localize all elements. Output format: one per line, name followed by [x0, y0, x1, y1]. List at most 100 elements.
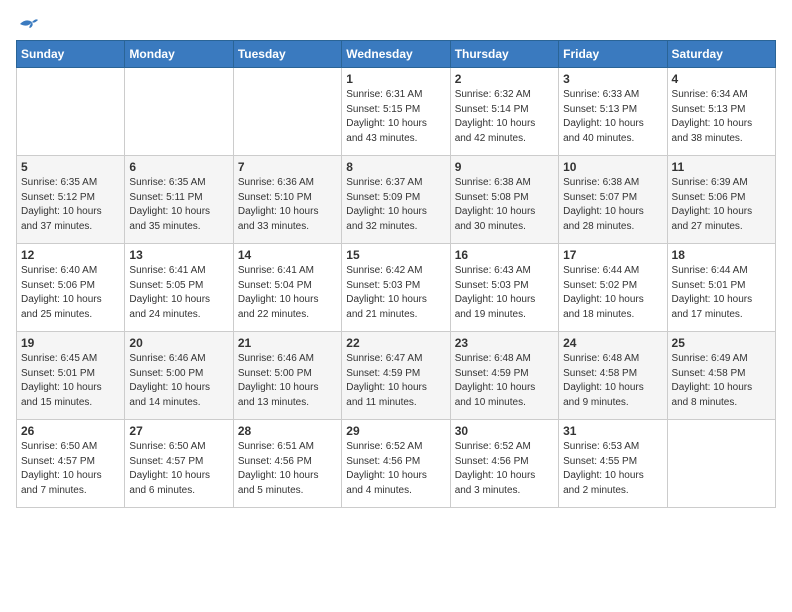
day-number: 20 — [129, 336, 228, 350]
day-number: 19 — [21, 336, 120, 350]
day-number: 17 — [563, 248, 662, 262]
calendar-cell: 13 Sunrise: 6:41 AMSunset: 5:05 PMDayligh… — [125, 244, 233, 332]
day-number: 12 — [21, 248, 120, 262]
logo-bird-icon — [18, 16, 40, 34]
day-info: Sunrise: 6:35 AMSunset: 5:12 PMDaylight:… — [21, 176, 120, 234]
day-info: Sunrise: 6:52 AMSunset: 4:56 PMDaylight:… — [455, 440, 554, 498]
day-number: 2 — [455, 72, 554, 86]
day-info: Sunrise: 6:51 AMSunset: 4:56 PMDaylight:… — [238, 440, 337, 498]
calendar-cell: 6 Sunrise: 6:35 AMSunset: 5:11 PMDaylight… — [125, 156, 233, 244]
calendar-cell: 24 Sunrise: 6:48 AMSunset: 4:58 PMDayligh… — [559, 332, 667, 420]
day-info: Sunrise: 6:49 AMSunset: 4:58 PMDaylight:… — [672, 352, 771, 410]
day-info: Sunrise: 6:50 AMSunset: 4:57 PMDaylight:… — [129, 440, 228, 498]
calendar-cell: 29Sunrise: 6:52 AMSunset: 4:56 PMDayligh… — [342, 420, 450, 508]
calendar-table: SundayMondayTuesdayWednesdayThursdayFrid… — [16, 40, 776, 508]
day-info: Sunrise: 6:44 AMSunset: 5:02 PMDaylight:… — [563, 264, 662, 322]
calendar-cell — [233, 68, 341, 156]
day-info: Sunrise: 6:43 AMSunset: 5:03 PMDaylight:… — [455, 264, 554, 322]
weekday-header-tuesday: Tuesday — [233, 41, 341, 68]
day-info: Sunrise: 6:34 AMSunset: 5:13 PMDaylight:… — [672, 88, 771, 146]
day-info: Sunrise: 6:46 AMSunset: 5:00 PMDaylight:… — [129, 352, 228, 410]
day-number: 4 — [672, 72, 771, 86]
day-number: 24 — [563, 336, 662, 350]
day-info: Sunrise: 6:31 AMSunset: 5:15 PMDaylight:… — [346, 88, 445, 146]
calendar-cell: 23Sunrise: 6:48 AMSunset: 4:59 PMDayligh… — [450, 332, 558, 420]
day-info: Sunrise: 6:41 AMSunset: 5:04 PMDaylight:… — [238, 264, 337, 322]
calendar-cell: 22 Sunrise: 6:47 AMSunset: 4:59 PMDayligh… — [342, 332, 450, 420]
day-number: 28 — [238, 424, 337, 438]
weekday-header-sunday: Sunday — [17, 41, 125, 68]
day-info: Sunrise: 6:32 AMSunset: 5:14 PMDaylight:… — [455, 88, 554, 146]
day-number: 16 — [455, 248, 554, 262]
weekday-header-thursday: Thursday — [450, 41, 558, 68]
calendar-cell: 9 Sunrise: 6:38 AMSunset: 5:08 PMDaylight… — [450, 156, 558, 244]
day-number: 25 — [672, 336, 771, 350]
day-info: Sunrise: 6:45 AMSunset: 5:01 PMDaylight:… — [21, 352, 120, 410]
day-number: 5 — [21, 160, 120, 174]
day-number: 1 — [346, 72, 445, 86]
calendar-cell: 15Sunrise: 6:42 AMSunset: 5:03 PMDayligh… — [342, 244, 450, 332]
day-info: Sunrise: 6:50 AMSunset: 4:57 PMDaylight:… — [21, 440, 120, 498]
calendar-cell: 12Sunrise: 6:40 AMSunset: 5:06 PMDayligh… — [17, 244, 125, 332]
calendar-cell: 14 Sunrise: 6:41 AMSunset: 5:04 PMDayligh… — [233, 244, 341, 332]
week-row-3: 12Sunrise: 6:40 AMSunset: 5:06 PMDayligh… — [17, 244, 776, 332]
day-info: Sunrise: 6:46 AMSunset: 5:00 PMDaylight:… — [238, 352, 337, 410]
calendar-cell: 5 Sunrise: 6:35 AMSunset: 5:12 PMDaylight… — [17, 156, 125, 244]
calendar-cell: 31 Sunrise: 6:53 AMSunset: 4:55 PMDayligh… — [559, 420, 667, 508]
calendar-cell: 21Sunrise: 6:46 AMSunset: 5:00 PMDayligh… — [233, 332, 341, 420]
calendar-cell: 7 Sunrise: 6:36 AMSunset: 5:10 PMDaylight… — [233, 156, 341, 244]
weekday-header-monday: Monday — [125, 41, 233, 68]
day-info: Sunrise: 6:36 AMSunset: 5:10 PMDaylight:… — [238, 176, 337, 234]
calendar-cell: 3 Sunrise: 6:33 AMSunset: 5:13 PMDaylight… — [559, 68, 667, 156]
calendar-cell: 25 Sunrise: 6:49 AMSunset: 4:58 PMDayligh… — [667, 332, 775, 420]
day-info: Sunrise: 6:38 AMSunset: 5:08 PMDaylight:… — [455, 176, 554, 234]
day-number: 30 — [455, 424, 554, 438]
day-info: Sunrise: 6:41 AMSunset: 5:05 PMDaylight:… — [129, 264, 228, 322]
day-number: 22 — [346, 336, 445, 350]
day-number: 10 — [563, 160, 662, 174]
calendar-cell: 20 Sunrise: 6:46 AMSunset: 5:00 PMDayligh… — [125, 332, 233, 420]
weekday-header-friday: Friday — [559, 41, 667, 68]
weekday-header-row: SundayMondayTuesdayWednesdayThursdayFrid… — [17, 41, 776, 68]
day-info: Sunrise: 6:44 AMSunset: 5:01 PMDaylight:… — [672, 264, 771, 322]
weekday-header-saturday: Saturday — [667, 41, 775, 68]
day-number: 8 — [346, 160, 445, 174]
day-info: Sunrise: 6:47 AMSunset: 4:59 PMDaylight:… — [346, 352, 445, 410]
day-info: Sunrise: 6:37 AMSunset: 5:09 PMDaylight:… — [346, 176, 445, 234]
day-info: Sunrise: 6:39 AMSunset: 5:06 PMDaylight:… — [672, 176, 771, 234]
calendar-cell — [125, 68, 233, 156]
day-number: 31 — [563, 424, 662, 438]
week-row-1: 1 Sunrise: 6:31 AMSunset: 5:15 PMDaylight… — [17, 68, 776, 156]
day-info: Sunrise: 6:48 AMSunset: 4:59 PMDaylight:… — [455, 352, 554, 410]
calendar-cell: 19 Sunrise: 6:45 AMSunset: 5:01 PMDayligh… — [17, 332, 125, 420]
calendar-cell: 11 Sunrise: 6:39 AMSunset: 5:06 PMDayligh… — [667, 156, 775, 244]
day-number: 18 — [672, 248, 771, 262]
calendar-cell — [667, 420, 775, 508]
day-number: 13 — [129, 248, 228, 262]
day-number: 3 — [563, 72, 662, 86]
day-number: 6 — [129, 160, 228, 174]
day-number: 27 — [129, 424, 228, 438]
logo — [16, 16, 40, 30]
calendar-cell: 8 Sunrise: 6:37 AMSunset: 5:09 PMDaylight… — [342, 156, 450, 244]
calendar-cell: 4 Sunrise: 6:34 AMSunset: 5:13 PMDaylight… — [667, 68, 775, 156]
calendar-cell: 16 Sunrise: 6:43 AMSunset: 5:03 PMDayligh… — [450, 244, 558, 332]
calendar-cell: 27 Sunrise: 6:50 AMSunset: 4:57 PMDayligh… — [125, 420, 233, 508]
day-number: 26 — [21, 424, 120, 438]
day-info: Sunrise: 6:48 AMSunset: 4:58 PMDaylight:… — [563, 352, 662, 410]
calendar-cell: 1 Sunrise: 6:31 AMSunset: 5:15 PMDaylight… — [342, 68, 450, 156]
day-number: 7 — [238, 160, 337, 174]
weekday-header-wednesday: Wednesday — [342, 41, 450, 68]
day-info: Sunrise: 6:35 AMSunset: 5:11 PMDaylight:… — [129, 176, 228, 234]
day-number: 29 — [346, 424, 445, 438]
day-number: 14 — [238, 248, 337, 262]
day-number: 11 — [672, 160, 771, 174]
day-number: 9 — [455, 160, 554, 174]
calendar-cell: 17 Sunrise: 6:44 AMSunset: 5:02 PMDayligh… — [559, 244, 667, 332]
calendar-cell: 2 Sunrise: 6:32 AMSunset: 5:14 PMDaylight… — [450, 68, 558, 156]
day-number: 15 — [346, 248, 445, 262]
calendar-cell — [17, 68, 125, 156]
day-info: Sunrise: 6:33 AMSunset: 5:13 PMDaylight:… — [563, 88, 662, 146]
day-info: Sunrise: 6:53 AMSunset: 4:55 PMDaylight:… — [563, 440, 662, 498]
calendar-cell: 28 Sunrise: 6:51 AMSunset: 4:56 PMDayligh… — [233, 420, 341, 508]
